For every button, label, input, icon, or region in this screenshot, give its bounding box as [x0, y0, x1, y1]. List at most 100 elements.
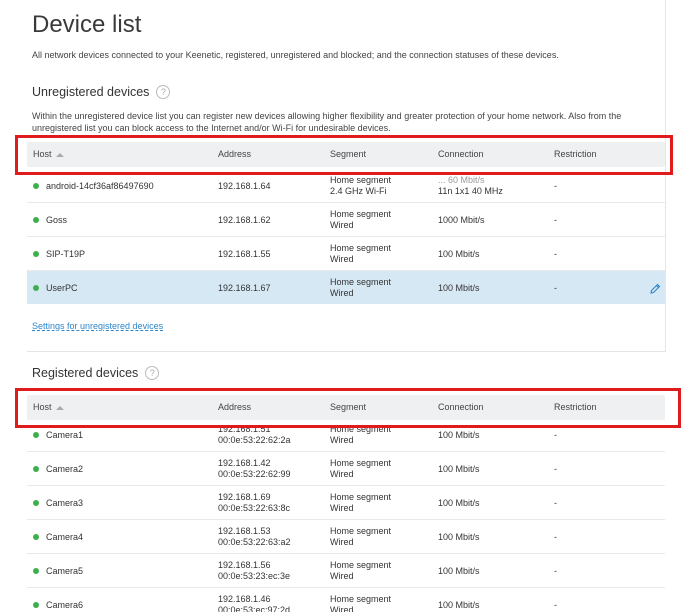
host-cell: Camera3: [46, 498, 84, 508]
table-row[interactable]: Camera4 192.168.1.53 00:0e:53:22:63:a2 Home…: [27, 520, 665, 554]
connection-cell: 100 Mbit/s: [438, 464, 480, 474]
column-connection[interactable]: Connection: [438, 142, 484, 167]
unregistered-table-header: Host Address Segment Connection Restrict…: [27, 142, 665, 167]
restriction-cell: -: [554, 215, 557, 225]
segment-cell: Home segment: [330, 492, 392, 502]
unregistered-table-body: android-14cf36af86497690 192.168.1.64 Home…: [0, 172, 694, 304]
segment-type-cell: Wired: [330, 605, 354, 612]
ip-cell: 192.168.1.42: [218, 458, 271, 468]
restriction-cell: -: [554, 498, 557, 508]
segment-cell: Home segment: [330, 526, 392, 536]
host-cell: Camera1: [46, 430, 84, 440]
mac-cell: 00:0e:53:22:63:a2: [218, 537, 291, 547]
host-cell: Camera2: [46, 464, 84, 474]
segment-type-cell: Wired: [330, 469, 354, 479]
segment-cell: Home segment: [330, 458, 392, 468]
segment-cell: Home segment: [330, 560, 392, 570]
segment-type-cell: Wired: [330, 571, 354, 581]
help-icon[interactable]: ?: [156, 85, 171, 99]
column-connection[interactable]: Connection: [438, 395, 484, 420]
segment-cell: Home segment: [330, 175, 392, 185]
restriction-cell: -: [554, 566, 557, 576]
column-host[interactable]: Host: [33, 142, 64, 167]
online-dot-icon: [33, 500, 39, 506]
table-row[interactable]: SIP-T19P 192.168.1.55 Home segment Wired 100…: [27, 237, 665, 271]
settings-unregistered-link[interactable]: Settings for unregistered devices: [32, 321, 163, 331]
connection-cell: 100 Mbit/s: [438, 498, 480, 508]
connection-cell: 100 Mbit/s: [438, 249, 480, 259]
column-restriction[interactable]: Restriction: [554, 142, 597, 167]
sort-asc-icon: [55, 152, 64, 157]
connection-cell: ... 60 Mbit/s: [438, 175, 485, 185]
host-cell: Goss: [46, 215, 68, 225]
column-address[interactable]: Address: [218, 395, 251, 420]
column-host[interactable]: Host: [33, 395, 64, 420]
online-dot-icon: [33, 568, 39, 574]
column-segment[interactable]: Segment: [330, 395, 366, 420]
connection-cell: 100 Mbit/s: [438, 283, 480, 293]
online-dot-icon: [33, 534, 39, 540]
address-cell: 192.168.1.55: [218, 249, 271, 259]
registered-table-body: Camera1 192.168.1.51 00:0e:53:22:62:2a Home…: [0, 423, 694, 612]
restriction-cell: -: [554, 464, 557, 474]
table-row[interactable]: UserPC 192.168.1.67 Home segment Wired 100 M…: [27, 271, 665, 304]
page-title: Device list: [32, 11, 142, 38]
restriction-cell: -: [554, 181, 557, 191]
table-row[interactable]: Camera5 192.168.1.56 00:0e:53:23:ec:3e Home…: [27, 554, 665, 588]
segment-type-cell: Wired: [330, 254, 354, 264]
segment-type-cell: Wired: [330, 220, 354, 230]
host-cell: SIP-T19P: [46, 249, 86, 259]
segment-type-cell: 2.4 GHz Wi-Fi: [330, 186, 387, 196]
online-dot-icon: [33, 251, 39, 257]
column-address[interactable]: Address: [218, 142, 251, 167]
connection-cell: 100 Mbit/s: [438, 566, 480, 576]
table-row[interactable]: android-14cf36af86497690 192.168.1.64 Home…: [27, 172, 665, 203]
segment-cell: Home segment: [330, 424, 392, 434]
address-cell: 192.168.1.67: [218, 283, 271, 293]
unregistered-section-title: Unregistered devices ?: [32, 85, 171, 99]
segment-cell: Home segment: [330, 594, 392, 604]
segment-cell: Home segment: [330, 209, 392, 219]
table-row[interactable]: Camera2 192.168.1.42 00:0e:53:22:62:99 Home…: [27, 452, 665, 486]
segment-cell: Home segment: [330, 277, 392, 287]
page-description: All network devices connected to your Ke…: [32, 50, 559, 60]
table-row[interactable]: Goss 192.168.1.62 Home segment Wired 1000 Mb…: [27, 203, 665, 237]
online-dot-icon: [33, 602, 39, 608]
column-restriction[interactable]: Restriction: [554, 395, 597, 420]
table-row[interactable]: Camera6 192.168.1.46 00:0e:53:ec:97:2d Home…: [27, 588, 665, 612]
online-dot-icon: [33, 466, 39, 472]
segment-type-cell: Wired: [330, 288, 354, 298]
online-dot-icon: [33, 432, 39, 438]
restriction-cell: -: [554, 430, 557, 440]
online-dot-icon: [33, 285, 39, 291]
host-cell: UserPC: [46, 283, 78, 293]
connection-cell: 100 Mbit/s: [438, 600, 480, 610]
restriction-cell: -: [554, 600, 557, 610]
ip-cell: 192.168.1.46: [218, 594, 271, 604]
unregistered-title-text: Unregistered devices: [32, 85, 150, 99]
connection-cell: 100 Mbit/s: [438, 532, 480, 542]
online-dot-icon: [33, 183, 39, 189]
address-cell: 192.168.1.64: [218, 181, 271, 191]
restriction-cell: -: [554, 249, 557, 259]
segment-type-cell: Wired: [330, 503, 354, 513]
help-icon[interactable]: ?: [145, 366, 160, 380]
section-divider: [27, 351, 665, 352]
mac-cell: 00:0e:53:22:62:99: [218, 469, 291, 479]
mac-cell: 00:0e:53:ec:97:2d: [218, 605, 291, 612]
connection-cell: 100 Mbit/s: [438, 430, 480, 440]
table-row[interactable]: Camera1 192.168.1.51 00:0e:53:22:62:2a Home…: [27, 423, 665, 452]
unregistered-description: Within the unregistered device list you …: [32, 111, 622, 133]
ip-cell: 192.168.1.51: [218, 424, 271, 434]
host-cell: Camera4: [46, 532, 84, 542]
restriction-cell: -: [554, 283, 557, 293]
registered-section-title: Registered devices ?: [32, 366, 160, 380]
mac-cell: 00:0e:53:22:62:2a: [218, 435, 291, 445]
registered-title-text: Registered devices: [32, 366, 139, 380]
pencil-icon[interactable]: [649, 282, 661, 294]
column-segment[interactable]: Segment: [330, 142, 366, 167]
host-cell: Camera5: [46, 566, 84, 576]
ip-cell: 192.168.1.56: [218, 560, 271, 570]
sort-asc-icon: [55, 405, 64, 410]
table-row[interactable]: Camera3 192.168.1.69 00:0e:53:22:63:8c Home…: [27, 486, 665, 520]
